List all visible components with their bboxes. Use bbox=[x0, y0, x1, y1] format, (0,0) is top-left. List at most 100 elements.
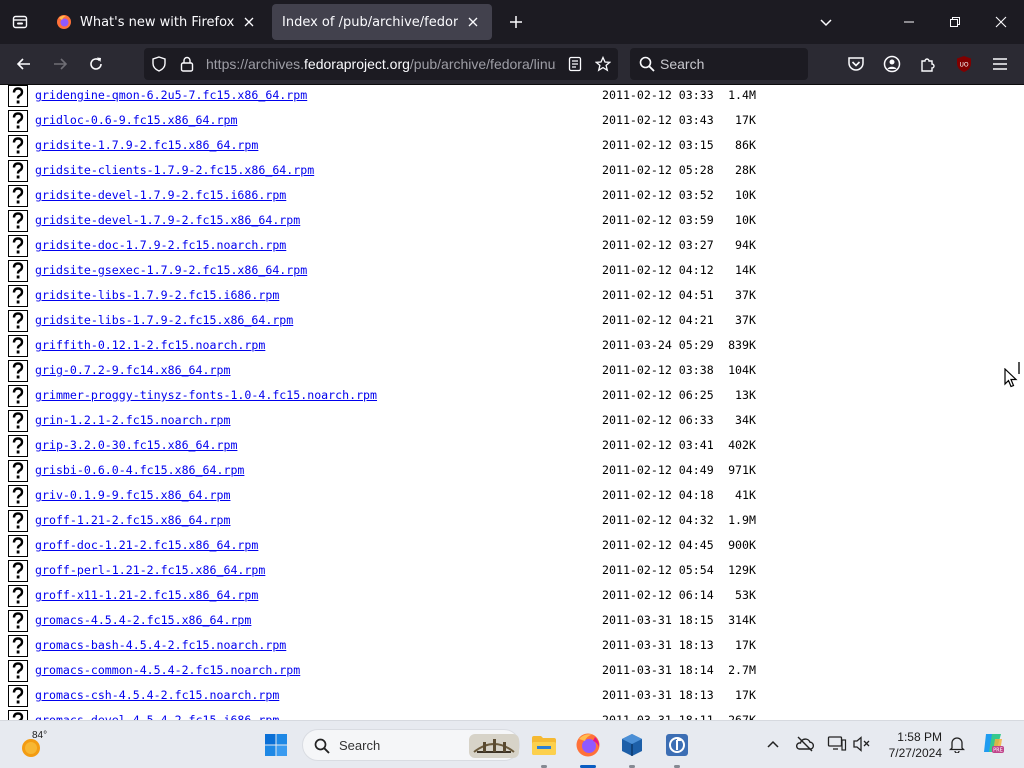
unknown-file-icon[interactable] bbox=[8, 310, 28, 332]
file-link[interactable]: gromacs-4.5.4-2.fc15.x86_64.rpm bbox=[35, 613, 251, 627]
file-link[interactable]: gromacs-common-4.5.4-2.fc15.noarch.rpm bbox=[35, 663, 300, 677]
url-path: /pub/archive/fedora/linux/ bbox=[409, 56, 556, 72]
virtualbox-icon[interactable] bbox=[616, 729, 648, 761]
file-size: 37K bbox=[735, 313, 756, 327]
unknown-file-icon[interactable] bbox=[8, 535, 28, 557]
volume-muted-icon[interactable] bbox=[851, 733, 873, 755]
file-link[interactable]: griv-0.1.9-9.fc15.x86_64.rpm bbox=[35, 488, 230, 502]
notification-bell-icon[interactable] bbox=[946, 733, 968, 755]
unknown-file-icon[interactable] bbox=[8, 285, 28, 307]
chevron-up-icon[interactable] bbox=[762, 733, 784, 755]
file-link[interactable]: gridsite-libs-1.7.9-2.fc15.i686.rpm bbox=[35, 288, 279, 302]
firefox-taskbar-icon[interactable] bbox=[572, 729, 604, 761]
search-input[interactable]: Search bbox=[630, 48, 808, 80]
file-link[interactable]: gridsite-1.7.9-2.fc15.x86_64.rpm bbox=[35, 138, 258, 152]
scrollbar-thumb[interactable] bbox=[1018, 362, 1020, 374]
unknown-file-icon[interactable] bbox=[8, 460, 28, 482]
file-link[interactable]: gridsite-gsexec-1.7.9-2.fc15.x86_64.rpm bbox=[35, 263, 307, 277]
reload-icon[interactable] bbox=[81, 49, 111, 79]
pocket-icon[interactable] bbox=[841, 49, 871, 79]
file-link[interactable]: gridsite-devel-1.7.9-2.fc15.x86_64.rpm bbox=[35, 213, 300, 227]
unknown-file-icon[interactable] bbox=[8, 660, 28, 682]
unknown-file-icon[interactable] bbox=[8, 135, 28, 157]
firefox-view-icon[interactable] bbox=[6, 8, 34, 36]
ublock-origin-icon[interactable]: UO bbox=[949, 49, 979, 79]
url-text[interactable]: https://archives.fedoraproject.org/pub/a… bbox=[206, 55, 556, 73]
file-link[interactable]: groff-perl-1.21-2.fc15.x86_64.rpm bbox=[35, 563, 265, 577]
file-link[interactable]: groff-doc-1.21-2.fc15.x86_64.rpm bbox=[35, 538, 258, 552]
file-link[interactable]: groff-1.21-2.fc15.x86_64.rpm bbox=[35, 513, 230, 527]
new-tab-plus-icon[interactable] bbox=[502, 8, 530, 36]
unknown-file-icon[interactable] bbox=[8, 335, 28, 357]
file-link[interactable]: groff-x11-1.21-2.fc15.x86_64.rpm bbox=[35, 588, 258, 602]
tab-index-of[interactable]: Index of /pub/archive/fedora/linux/ bbox=[272, 4, 492, 40]
onedrive-offline-icon[interactable] bbox=[794, 733, 816, 755]
file-link[interactable]: gridsite-clients-1.7.9-2.fc15.x86_64.rpm bbox=[35, 163, 314, 177]
file-link[interactable]: gromacs-bash-4.5.4-2.fc15.noarch.rpm bbox=[35, 638, 286, 652]
extensions-puzzle-icon[interactable] bbox=[913, 49, 943, 79]
padlock-icon[interactable] bbox=[178, 55, 196, 73]
unknown-file-icon[interactable] bbox=[8, 385, 28, 407]
unknown-file-icon[interactable] bbox=[8, 435, 28, 457]
url-bar[interactable]: https://archives.fedoraproject.org/pub/a… bbox=[144, 48, 618, 80]
forward-arrow-icon[interactable] bbox=[45, 49, 75, 79]
unknown-file-icon[interactable] bbox=[8, 360, 28, 382]
window-close-icon[interactable] bbox=[978, 0, 1024, 44]
tracking-shield-icon[interactable] bbox=[150, 55, 168, 73]
table-row: gromacs-4.5.4-2.fc15.x86_64.rpm 2011-03-3… bbox=[0, 610, 1024, 635]
file-link[interactable]: gridsite-doc-1.7.9-2.fc15.noarch.rpm bbox=[35, 238, 286, 252]
close-icon[interactable] bbox=[240, 13, 258, 31]
unknown-file-icon[interactable] bbox=[8, 85, 28, 107]
file-link[interactable]: grig-0.7.2-9.fc14.x86_64.rpm bbox=[35, 363, 230, 377]
file-date: 2011-02-12 05:54 bbox=[602, 563, 714, 577]
unknown-file-icon[interactable] bbox=[8, 185, 28, 207]
file-link[interactable]: gridsite-devel-1.7.9-2.fc15.i686.rpm bbox=[35, 188, 286, 202]
file-link[interactable]: grisbi-0.6.0-4.fc15.x86_64.rpm bbox=[35, 463, 244, 477]
file-size: 10K bbox=[735, 213, 756, 227]
windows-start-icon[interactable] bbox=[260, 729, 292, 761]
file-link[interactable]: grimmer-proggy-tinysz-fonts-1.0-4.fc15.n… bbox=[35, 388, 377, 402]
unknown-file-icon[interactable] bbox=[8, 410, 28, 432]
unknown-file-icon[interactable] bbox=[8, 235, 28, 257]
table-row: groff-perl-1.21-2.fc15.x86_64.rpm 2011-02… bbox=[0, 560, 1024, 585]
copilot-icon[interactable]: PRE bbox=[980, 730, 1006, 756]
unknown-file-icon[interactable] bbox=[8, 160, 28, 182]
unknown-file-icon[interactable] bbox=[8, 585, 28, 607]
minimize-icon[interactable] bbox=[886, 0, 932, 44]
close-icon[interactable] bbox=[464, 13, 482, 31]
file-link[interactable]: gridloc-0.6-9.fc15.x86_64.rpm bbox=[35, 113, 237, 127]
file-link[interactable]: gromacs-devel-4.5.4-2.fc15.i686.rpm bbox=[35, 713, 279, 720]
taskbar-search-input[interactable]: Search bbox=[302, 729, 520, 761]
file-link[interactable]: gromacs-csh-4.5.4-2.fc15.noarch.rpm bbox=[35, 688, 279, 702]
system-clock[interactable]: 1:58 PM 7/27/2024 bbox=[880, 729, 942, 761]
network-icon[interactable] bbox=[826, 733, 848, 755]
hamburger-menu-icon[interactable] bbox=[985, 49, 1015, 79]
file-size: 104K bbox=[728, 363, 756, 377]
unknown-file-icon[interactable] bbox=[8, 685, 28, 707]
unknown-file-icon[interactable] bbox=[8, 110, 28, 132]
weather-widget[interactable]: 84° bbox=[18, 729, 58, 761]
file-explorer-icon[interactable] bbox=[528, 729, 560, 761]
unknown-file-icon[interactable] bbox=[8, 260, 28, 282]
unknown-file-icon[interactable] bbox=[8, 610, 28, 632]
bookmark-star-icon[interactable] bbox=[594, 55, 612, 73]
tab-whats-new[interactable]: What's new with Firefox bbox=[46, 4, 268, 40]
file-link[interactable]: grin-1.2.1-2.fc15.noarch.rpm bbox=[35, 413, 230, 427]
unknown-file-icon[interactable] bbox=[8, 560, 28, 582]
file-link[interactable]: griffith-0.12.1-2.fc15.noarch.rpm bbox=[35, 338, 265, 352]
restore-icon[interactable] bbox=[932, 0, 978, 44]
chevron-down-icon[interactable] bbox=[812, 8, 840, 36]
unknown-file-icon[interactable] bbox=[8, 510, 28, 532]
file-date: 2011-02-12 03:38 bbox=[602, 363, 714, 377]
unknown-file-icon[interactable] bbox=[8, 210, 28, 232]
back-arrow-icon[interactable] bbox=[9, 49, 39, 79]
file-link[interactable]: grip-3.2.0-30.fc15.x86_64.rpm bbox=[35, 438, 237, 452]
account-icon[interactable] bbox=[877, 49, 907, 79]
fedora-media-writer-icon[interactable] bbox=[661, 729, 693, 761]
file-link[interactable]: gridsite-libs-1.7.9-2.fc15.x86_64.rpm bbox=[35, 313, 293, 327]
unknown-file-icon[interactable] bbox=[8, 485, 28, 507]
unknown-file-icon[interactable] bbox=[8, 635, 28, 657]
reader-view-icon[interactable] bbox=[566, 55, 584, 73]
file-link[interactable]: gridengine-qmon-6.2u5-7.fc15.x86_64.rpm bbox=[35, 88, 307, 102]
unknown-file-icon[interactable] bbox=[8, 710, 28, 720]
